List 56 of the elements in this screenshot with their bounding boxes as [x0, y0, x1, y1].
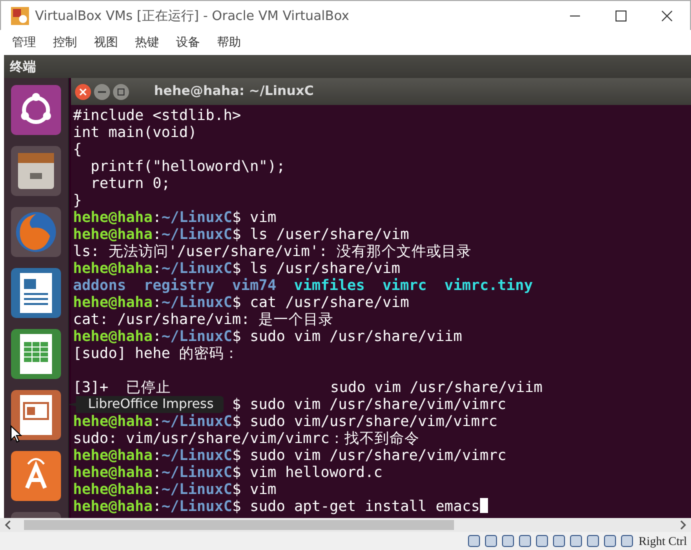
scroll-left-icon[interactable] [4, 520, 12, 530]
terminal-line: hehe@haha:~/LinuxC$ sudo vim/usr/share/vim/vimrc [73, 413, 498, 430]
file-entry: vim74 [232, 277, 276, 294]
terminal-line: [3]+ 已停止 sudo vim /usr/share/viim [73, 379, 542, 396]
terminal-line: { [73, 141, 82, 158]
close-icon [661, 10, 673, 22]
scrollbar-thumb[interactable] [24, 520, 454, 530]
terminal-line: hehe@haha:~/LinuxC$ vim helloword.c [73, 464, 383, 481]
scroll-right-icon[interactable] [679, 520, 687, 530]
close-button[interactable] [75, 84, 91, 100]
terminal-line: hehe@haha:~/LinuxC$ vim [73, 209, 276, 226]
host-key-label: Right Ctrl [638, 534, 687, 548]
file-entry: vimrc [382, 277, 427, 294]
terminal-line: ls: 无法访问'/user/share/vim': 没有那个文件或目录 [73, 243, 472, 260]
spreadsheet-icon[interactable] [10, 328, 62, 380]
file-entry: vimfiles [294, 277, 365, 294]
file-cabinet-icon[interactable] [10, 145, 62, 197]
window-title: VirtualBox VMs [正在运行] - Oracle VM VirtualBox [35, 8, 350, 24]
terminal-line: } [73, 192, 82, 209]
terminal-line: hehe@haha:~/LinuxC$ sudo apt-get install emacs [73, 498, 488, 515]
presentation-icon[interactable] [10, 389, 62, 441]
terminal-line: return 0; [90, 175, 170, 192]
maximize-icon [615, 10, 627, 22]
terminal-line: $ sudo vim /usr/share/vim/vimrc [232, 396, 506, 413]
terminal-line: hehe@haha:~/LinuxC$ vim [73, 481, 276, 498]
minimize-icon [98, 90, 106, 92]
menu-item[interactable]: 热键 [129, 34, 165, 51]
terminal-line: hehe@haha:~/LinuxC$ cat /usr/share/vim [73, 294, 410, 311]
menu-item[interactable]: 管理 [6, 34, 42, 51]
minimize-button[interactable] [94, 84, 110, 100]
terminal-line: printf("helloword\n"); [90, 158, 286, 175]
shopping-bag-icon[interactable] [10, 450, 62, 502]
menu-item[interactable]: 设备 [170, 34, 206, 51]
terminal-line: [sudo] hehe 的密码： [73, 345, 240, 362]
menu-item[interactable]: 视图 [88, 34, 124, 51]
tooltip: LibreOffice Impress [68, 396, 224, 413]
terminal-line: hehe@haha:~/LinuxC$ ls /usr/share/vim [73, 260, 400, 277]
terminal-line: cat: /usr/share/vim: 是一个目录 [73, 311, 334, 328]
app-icon [11, 6, 29, 24]
mouse-cursor-icon [10, 425, 22, 443]
file-entry: addons [73, 277, 126, 294]
terminal-line: hehe@haha:~/LinuxC$ sudo vim /usr/share/vim/vimrc [73, 447, 506, 464]
ubuntu-logo-icon[interactable] [10, 84, 62, 136]
file-entry: registry [144, 277, 214, 294]
menu-item[interactable]: 控制 [47, 34, 83, 51]
terminal-line: sudo: vim/usr/share/vim/vimrc：找不到命令 [73, 430, 420, 447]
terminal-line: #include <stdlib.h> [73, 107, 242, 124]
menu-item[interactable]: 帮助 [211, 34, 247, 51]
fox-globe-icon[interactable] [10, 206, 62, 258]
panel-title: 终端 [10, 58, 36, 76]
document-icon[interactable] [10, 267, 62, 319]
terminal-line: int main(void) [73, 124, 197, 141]
terminal-line: hehe@haha:~/LinuxC$ sudo vim /usr/share/viim [73, 328, 462, 345]
terminal-line: hehe@haha:~/LinuxC$ ls /user/share/vim [73, 226, 410, 243]
terminal-title: hehe@haha: ~/LinuxC [154, 84, 314, 99]
file-entry: vimrc.tiny [444, 277, 533, 294]
